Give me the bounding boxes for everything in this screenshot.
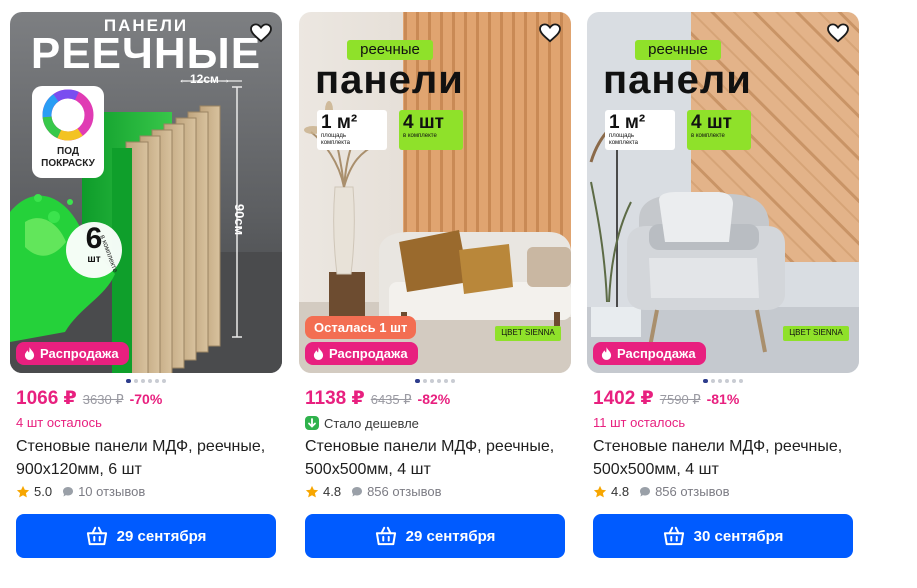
price-row: 1066 ₽ 3630 ₽ -70%	[16, 387, 282, 410]
add-to-cart-button[interactable]: 29 сентября	[305, 514, 565, 558]
width-value: 12см	[190, 72, 219, 86]
image-headline-large: РЕЕЧНЫЕ	[30, 29, 262, 78]
discount-percent: -70%	[129, 391, 163, 407]
add-to-cart-button[interactable]: 29 сентября	[16, 514, 276, 558]
star-icon	[16, 485, 30, 497]
reviews-link[interactable]: 856 отзывов	[351, 484, 441, 499]
delivery-date: 29 сентября	[116, 527, 207, 545]
image-pagination-dots	[10, 379, 282, 384]
old-price: 7590 ₽	[659, 392, 701, 407]
reviews-count: 10 отзывов	[78, 484, 146, 499]
area-caption: площадь комплекта	[609, 133, 638, 146]
price-down-icon	[305, 416, 319, 430]
last-item-badge: Осталась 1 шт	[305, 316, 417, 339]
color-tag: ЦВЕТ SIENNA	[501, 328, 555, 337]
rating-row: 5.0 10 отзывов	[16, 484, 282, 499]
image-headline: панели	[603, 58, 752, 102]
sale-badge-label: Распродажа	[40, 346, 119, 361]
reviews-link[interactable]: 10 отзывов	[62, 484, 145, 499]
chat-bubble-icon	[63, 486, 74, 496]
rating-value: 4.8	[323, 484, 342, 499]
sale-badge: Распродажа	[305, 342, 418, 365]
price-row: 1138 ₽ 6435 ₽ -82%	[305, 387, 571, 410]
basket-icon	[86, 526, 107, 546]
qty-caption: в комплекте	[691, 133, 725, 139]
basket-icon	[375, 526, 396, 546]
rating-row: 4.8 856 отзывов	[593, 484, 859, 499]
area-value: 1 м²	[321, 112, 358, 133]
area-chip: 1 м² площадь комплекта	[609, 113, 673, 147]
heart-icon	[250, 23, 272, 43]
reviews-count: 856 отзывов	[367, 484, 442, 499]
paint-tag: ПОД ПОКРАСКУ	[41, 146, 95, 169]
heart-icon	[539, 23, 561, 43]
delivery-date: 29 сентября	[405, 527, 496, 545]
image-tag: реечные	[360, 41, 420, 58]
sale-badge-label: Распродажа	[329, 346, 408, 361]
rating-value: 5.0	[34, 484, 53, 499]
old-price: 6435 ₽	[370, 392, 412, 407]
product-title[interactable]: Стеновые панели МДФ, реечные, 500х500мм,…	[305, 435, 567, 481]
rating-row: 4.8 856 отзывов	[305, 484, 571, 499]
image-pagination-dots	[587, 379, 859, 384]
star-icon	[305, 485, 319, 497]
area-caption: площадь комплекта	[321, 133, 350, 146]
rating-value: 4.8	[611, 484, 630, 499]
heart-icon	[827, 23, 849, 43]
product-title[interactable]: Стеновые панели МДФ, реечные, 900х120мм,…	[16, 435, 278, 481]
current-price: 1138 ₽	[305, 388, 365, 409]
product-card[interactable]: реечные панели 1 м² площадь комплекта 4 …	[299, 12, 571, 558]
product-card[interactable]: ПАНЕЛИ РЕЕЧНЫЕ ←12см→ 90см ПОД ПОКРАСКУ …	[10, 12, 282, 558]
image-pagination-dots	[299, 379, 571, 384]
area-value: 1 м²	[609, 112, 646, 133]
price-row: 1402 ₽ 7590 ₽ -81%	[593, 387, 859, 410]
qty-caption: в комплекте	[403, 133, 437, 139]
product-title[interactable]: Стеновые панели МДФ, реечные, 500х500мм,…	[593, 435, 855, 481]
old-price: 3630 ₽	[82, 392, 124, 407]
sale-badge: Распродажа	[593, 342, 706, 365]
favorite-button[interactable]	[537, 20, 563, 46]
basket-icon	[663, 526, 684, 546]
discount-percent: -81%	[706, 391, 740, 407]
image-width-label: ←12см→	[178, 72, 231, 86]
favorite-button[interactable]	[248, 20, 274, 46]
product-image[interactable]: реечные панели 1 м² площадь комплекта 4 …	[299, 12, 571, 373]
star-icon	[593, 485, 607, 497]
favorite-button[interactable]	[825, 20, 851, 46]
chat-bubble-icon	[352, 486, 363, 496]
stock-remaining: 4 шт осталось	[16, 415, 102, 430]
image-height-label: 90см	[232, 203, 248, 236]
flame-icon	[313, 347, 324, 360]
product-card[interactable]: реечные панели 1 м² площадь комплекта 4 …	[587, 12, 859, 558]
qty-chip: 4 шт в комплекте	[691, 113, 749, 140]
add-to-cart-button[interactable]: 30 сентября	[593, 514, 853, 558]
product-image[interactable]: реечные панели 1 м² площадь комплекта 4 …	[587, 12, 859, 373]
product-grid: ПАНЕЛИ РЕЕЧНЫЕ ←12см→ 90см ПОД ПОКРАСКУ …	[0, 0, 917, 588]
discount-percent: -82%	[417, 391, 451, 407]
qty-value: 4 шт	[403, 112, 444, 133]
qty-value: 4 шт	[691, 112, 732, 133]
reviews-link[interactable]: 856 отзывов	[639, 484, 729, 499]
flame-icon	[24, 347, 35, 360]
qty-chip: 4 шт в комплекте	[403, 113, 461, 140]
area-chip: 1 м² площадь комплекта	[321, 113, 385, 147]
color-tag: ЦВЕТ SIENNA	[789, 328, 843, 337]
chat-bubble-icon	[640, 486, 651, 496]
sale-badge: Распродажа	[16, 342, 129, 365]
reviews-count: 856 отзывов	[655, 484, 730, 499]
image-headline: панели	[315, 58, 464, 102]
stock-remaining: 11 шт осталось	[593, 415, 686, 430]
current-price: 1066 ₽	[16, 388, 77, 409]
image-tag: реечные	[648, 41, 708, 58]
price-drop-text: Стало дешевле	[324, 415, 419, 431]
sale-badge-label: Распродажа	[617, 346, 696, 361]
delivery-date: 30 сентября	[693, 527, 784, 545]
product-image[interactable]: ПАНЕЛИ РЕЕЧНЫЕ ←12см→ 90см ПОД ПОКРАСКУ …	[10, 12, 282, 373]
current-price: 1402 ₽	[593, 388, 654, 409]
price-drop-label: Стало дешевле	[305, 415, 571, 431]
flame-icon	[601, 347, 612, 360]
